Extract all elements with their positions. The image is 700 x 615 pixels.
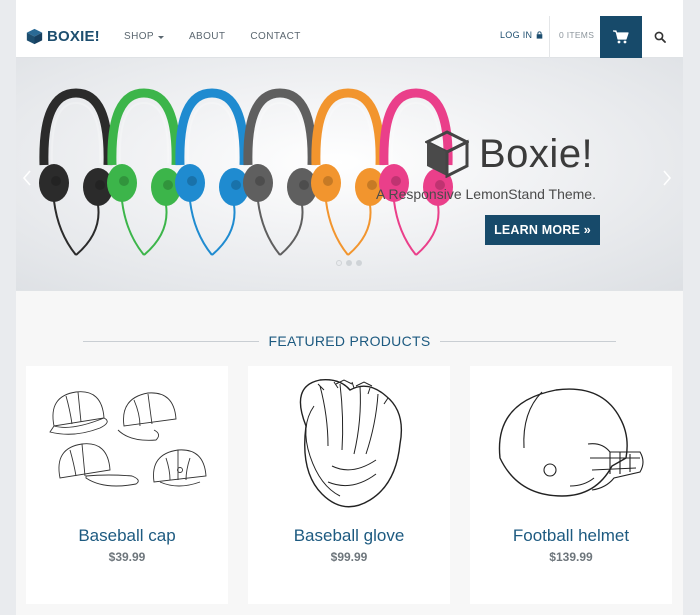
nav-shop-label: SHOP — [124, 31, 154, 42]
product-card-cap[interactable]: Baseball cap $39.99 — [26, 366, 228, 604]
cart-button[interactable] — [600, 16, 642, 58]
logo[interactable]: BOXIE! — [26, 28, 100, 45]
site-header: BOXIE! SHOP ABOUT CONTACT LOG IN 0 ITEMS — [16, 0, 683, 58]
section-divider — [16, 290, 683, 291]
box-logo-icon — [26, 28, 43, 45]
featured-title: FEATURED PRODUCTS — [268, 333, 431, 349]
login-link[interactable]: LOG IN — [500, 30, 543, 40]
logo-text: BOXIE! — [47, 28, 100, 45]
baseball-cap-image — [49, 391, 207, 487]
hero-subtitle: A Responsive LemonStand Theme. — [376, 186, 596, 202]
slider-dots — [336, 260, 362, 266]
product-price: $39.99 — [108, 550, 146, 564]
slider-dot-3[interactable] — [356, 260, 362, 266]
header-divider — [549, 16, 550, 58]
chevron-down-icon — [157, 35, 164, 39]
heading-rule-right — [440, 340, 616, 342]
cart-items-count: 0 ITEMS — [559, 30, 595, 40]
login-label: LOG IN — [500, 30, 533, 40]
hero-slider: Boxie! A Responsive LemonStand Theme. LE… — [16, 58, 683, 290]
headphone-4 — [243, 88, 317, 256]
nav-contact-label: CONTACT — [250, 31, 301, 42]
page-container: BOXIE! SHOP ABOUT CONTACT LOG IN 0 ITEMS — [16, 0, 683, 615]
headphones-image — [39, 88, 453, 256]
featured-heading: FEATURED PRODUCTS — [83, 332, 616, 350]
heading-rule-left — [83, 340, 259, 342]
product-name: Baseball cap — [78, 526, 176, 545]
cart-icon — [613, 30, 629, 44]
baseball-glove-image — [299, 379, 403, 508]
nav-shop[interactable]: SHOP — [124, 31, 164, 42]
headphone-2 — [107, 88, 181, 256]
cube-icon — [425, 130, 469, 178]
slider-dot-2[interactable] — [346, 260, 352, 266]
nav-contact[interactable]: CONTACT — [250, 31, 300, 42]
chevron-right-icon[interactable] — [662, 170, 672, 186]
slider-dot-1[interactable] — [336, 260, 342, 266]
headphone-3 — [175, 88, 249, 256]
hero-brand: Boxie! — [425, 130, 593, 178]
main-nav: SHOP ABOUT CONTACT — [124, 31, 326, 42]
product-price: $99.99 — [330, 550, 368, 564]
nav-about[interactable]: ABOUT — [189, 31, 225, 42]
headphone-1 — [39, 88, 113, 256]
headphone-5 — [311, 88, 385, 256]
product-price: $139.99 — [549, 550, 593, 564]
product-card-glove[interactable]: Baseball glove $99.99 — [248, 366, 450, 604]
nav-about-label: ABOUT — [188, 31, 226, 42]
learn-more-button[interactable]: LEARN MORE » — [485, 215, 600, 245]
football-helmet-image — [498, 388, 644, 497]
product-name: Baseball glove — [293, 526, 405, 545]
search-icon[interactable] — [654, 31, 666, 43]
product-card-helmet[interactable]: Football helmet $139.99 — [470, 366, 672, 604]
product-name: Football helmet — [512, 526, 630, 545]
chevron-left-icon[interactable] — [22, 170, 32, 186]
hero-title: Boxie! — [479, 131, 594, 176]
lock-icon — [537, 31, 543, 39]
